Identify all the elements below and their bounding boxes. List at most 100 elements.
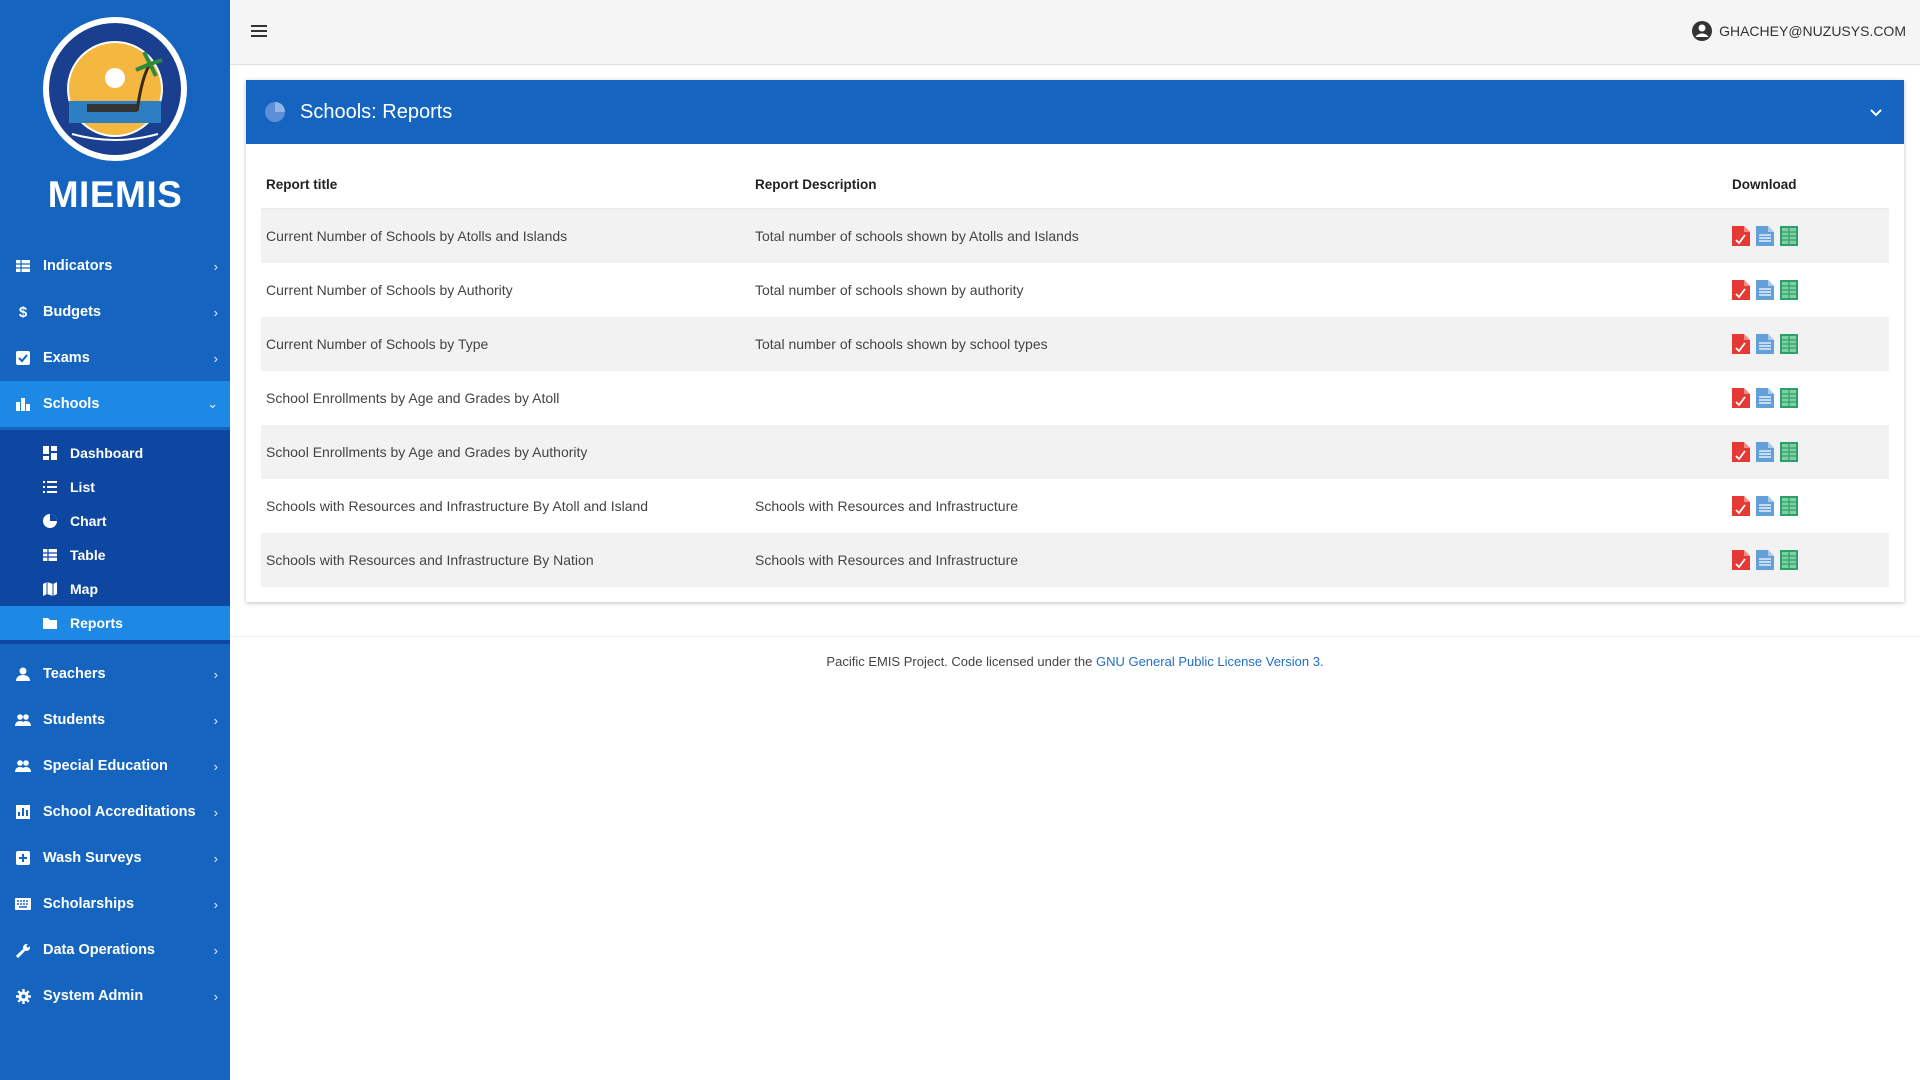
reports-table: Report title Report Description Download… [261, 160, 1889, 587]
excel-download-icon[interactable] [1780, 496, 1798, 516]
sidebar: MIEMIS Indicators › $ Budgets › Exams › … [0, 0, 230, 1080]
chevron-right-icon: › [213, 850, 218, 866]
word-download-icon[interactable] [1756, 442, 1774, 462]
report-title: Current Number of Schools by Authority [266, 282, 513, 298]
people-icon [15, 758, 31, 774]
nav-label: Wash Surveys [43, 850, 142, 866]
nav-item-wash-surveys[interactable]: Wash Surveys › [0, 835, 230, 881]
chevron-right-icon: › [213, 942, 218, 958]
submenu-item-chart[interactable]: Chart [0, 504, 230, 538]
check-square-icon [15, 350, 31, 366]
download-cell [1727, 208, 1889, 263]
submenu-item-reports[interactable]: Reports [0, 606, 230, 640]
submenu-label: Chart [70, 513, 107, 529]
user-email: GHACHEY@NUZUSYS.COM [1719, 23, 1906, 39]
word-download-icon[interactable] [1756, 550, 1774, 570]
license-link[interactable]: GNU General Public License Version 3. [1096, 654, 1324, 669]
submenu-label: Table [70, 547, 106, 563]
nav-label: System Admin [43, 988, 144, 1004]
column-header-title: Report title [261, 160, 750, 209]
submenu-item-table[interactable]: Table [0, 538, 230, 572]
report-title: Schools with Resources and Infrastructur… [266, 498, 649, 514]
footer-text: Pacific EMIS Project. Code licensed unde… [826, 654, 1096, 669]
table-icon [43, 548, 57, 562]
chevron-right-icon: › [213, 896, 218, 912]
nav-item-data-operations[interactable]: Data Operations › [0, 927, 230, 973]
nav-item-students[interactable]: Students › [0, 697, 230, 743]
people-icon [15, 712, 31, 728]
hamburger-icon[interactable] [248, 20, 270, 42]
excel-download-icon[interactable] [1780, 442, 1798, 462]
report-description [750, 425, 1727, 479]
table-row: Current Number of Schools by Atolls and … [261, 208, 1889, 263]
report-description [750, 371, 1727, 425]
chevron-right-icon: › [213, 258, 218, 274]
pdf-download-icon[interactable] [1732, 226, 1750, 246]
nav-item-system-admin[interactable]: System Admin › [0, 973, 230, 1019]
chevron-right-icon: › [213, 804, 218, 820]
building-icon [15, 396, 31, 412]
nav-label: School Accreditations [43, 804, 196, 820]
report-description: Total number of schools shown by school … [750, 317, 1727, 371]
submenu-item-map[interactable]: Map [0, 572, 230, 606]
schools-submenu: Dashboard List Chart Table Map Reports [0, 430, 230, 644]
dollar-icon: $ [18, 303, 28, 321]
word-download-icon[interactable] [1756, 280, 1774, 300]
word-download-icon[interactable] [1756, 388, 1774, 408]
word-download-icon[interactable] [1756, 334, 1774, 354]
pie-chart-icon [265, 102, 285, 122]
word-download-icon[interactable] [1756, 496, 1774, 516]
pdf-download-icon[interactable] [1732, 550, 1750, 570]
column-header-download: Download [1727, 160, 1889, 209]
excel-download-icon[interactable] [1780, 226, 1798, 246]
nav-item-school-accreditations[interactable]: School Accreditations › [0, 789, 230, 835]
person-icon [15, 666, 31, 682]
report-description: Schools with Resources and Infrastructur… [755, 498, 1019, 514]
table-row: Current Number of Schools by Type Total n… [261, 317, 1889, 371]
pdf-download-icon[interactable] [1732, 442, 1750, 462]
school-system-seal-logo [43, 17, 187, 161]
nav-item-exams[interactable]: Exams › [0, 335, 230, 381]
report-title: School Enrollments by Age and Grades by … [261, 425, 750, 479]
nav-item-teachers[interactable]: Teachers › [0, 651, 230, 697]
submenu-label: List [70, 479, 95, 495]
nav-item-schools[interactable]: Schools ⌄ [0, 381, 230, 427]
keyboard-icon [15, 896, 31, 912]
reports-card: Schools: Reports Report title Report Des… [246, 80, 1904, 602]
submenu-item-dashboard[interactable]: Dashboard [0, 436, 230, 470]
excel-download-icon[interactable] [1780, 280, 1798, 300]
logo-area: MIEMIS [0, 0, 230, 215]
user-menu[interactable]: GHACHEY@NUZUSYS.COM [1691, 20, 1906, 42]
column-header-description: Report Description [750, 160, 1727, 209]
pdf-download-icon[interactable] [1732, 334, 1750, 354]
submenu-item-list[interactable]: List [0, 470, 230, 504]
submenu-label: Dashboard [70, 445, 144, 461]
pdf-download-icon[interactable] [1732, 496, 1750, 516]
report-description: Schools with Resources and Infrastructur… [750, 533, 1727, 587]
nav-item-budgets[interactable]: $ Budgets › [0, 289, 230, 335]
chevron-right-icon: › [213, 712, 218, 728]
chevron-down-icon[interactable] [1868, 104, 1884, 120]
folder-icon [43, 616, 57, 630]
nav-label: Students [43, 712, 106, 728]
app-name: MIEMIS [47, 174, 183, 215]
download-cell [1727, 317, 1889, 371]
pdf-download-icon[interactable] [1732, 388, 1750, 408]
pdf-download-icon[interactable] [1732, 280, 1750, 300]
nav-item-scholarships[interactable]: Scholarships › [0, 881, 230, 927]
nav-item-special-education[interactable]: Special Education › [0, 743, 230, 789]
account-circle-icon [1692, 21, 1713, 41]
chevron-right-icon: › [213, 988, 218, 1004]
card-header: Schools: Reports [246, 80, 1904, 144]
report-title: Current Number of Schools by Atolls and … [261, 208, 750, 263]
excel-download-icon[interactable] [1780, 334, 1798, 354]
table-row: Schools with Resources and Infrastructur… [261, 533, 1889, 587]
word-download-icon[interactable] [1756, 226, 1774, 246]
nav-item-indicators[interactable]: Indicators › [0, 243, 230, 289]
excel-download-icon[interactable] [1780, 388, 1798, 408]
table-header-row: Report title Report Description Download [261, 160, 1889, 209]
chevron-right-icon: › [213, 304, 218, 320]
excel-download-icon[interactable] [1780, 550, 1798, 570]
nav-label: Schools [43, 396, 100, 412]
report-title: Current Number of Schools by Type [261, 317, 750, 371]
